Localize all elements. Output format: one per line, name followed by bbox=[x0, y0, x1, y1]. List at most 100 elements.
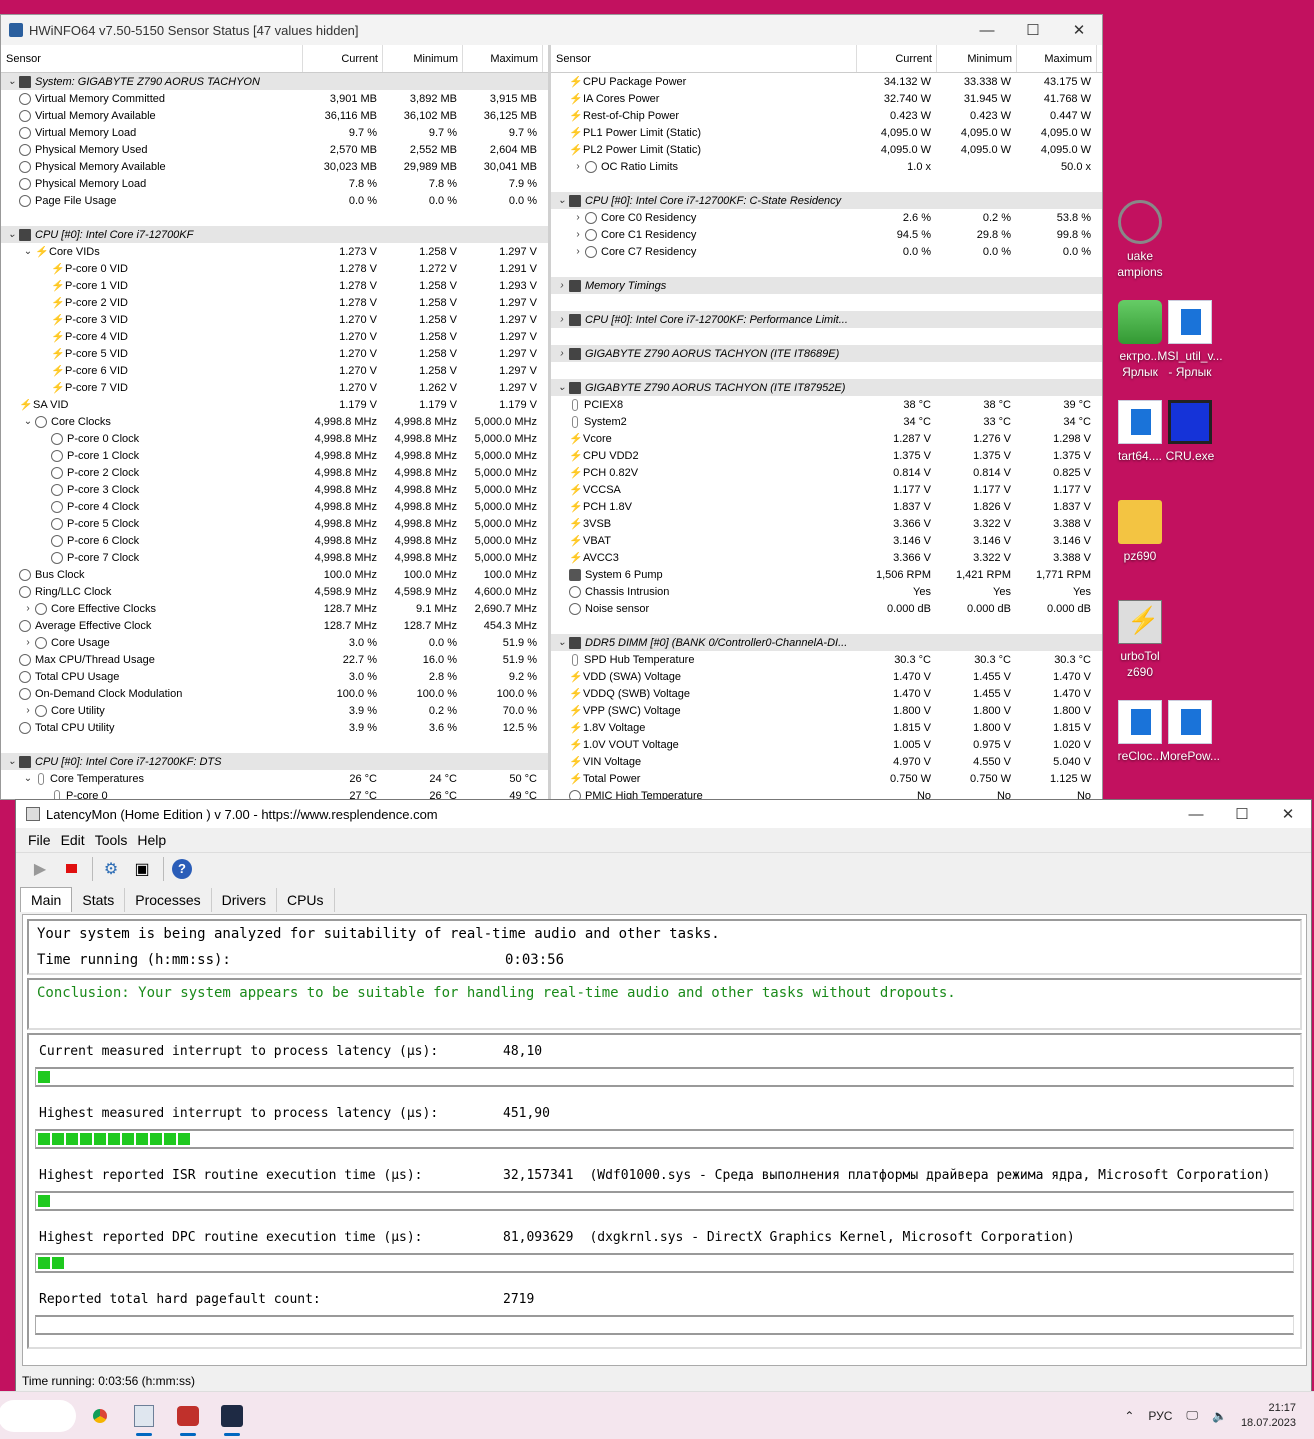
sensor-row[interactable]: Total CPU Utility 3.9 % 3.6 % 12.5 % bbox=[1, 719, 548, 736]
volume-icon[interactable]: 🔈 bbox=[1212, 1409, 1227, 1423]
chevron-down-icon[interactable]: ⌄ bbox=[5, 76, 19, 87]
sensor-row[interactable]: ⚡ VDD (SWA) Voltage 1.470 V 1.455 V 1.470 V bbox=[551, 668, 1102, 685]
chevron-right-icon[interactable]: › bbox=[21, 637, 35, 648]
sensor-row[interactable]: ⚡ 1.0V VOUT Voltage 1.005 V 0.975 V 1.020 V bbox=[551, 736, 1102, 753]
sensor-row[interactable]: ⚡ IA Cores Power 32.740 W 31.945 W 41.768 W bbox=[551, 90, 1102, 107]
chevron-right-icon[interactable]: › bbox=[571, 212, 585, 223]
sensor-row[interactable]: ⌄ Core Temperatures 26 °C 24 °C 50 °C bbox=[1, 770, 548, 787]
sensor-row[interactable]: Virtual Memory Load 9.7 % 9.7 % 9.7 % bbox=[1, 124, 548, 141]
chevron-right-icon[interactable]: › bbox=[571, 161, 585, 172]
network-icon[interactable]: 🖵 bbox=[1186, 1408, 1198, 1423]
sensor-row[interactable]: ⚡ VBAT 3.146 V 3.146 V 3.146 V bbox=[551, 532, 1102, 549]
col-maximum[interactable]: Maximum bbox=[1017, 45, 1097, 72]
chevron-right-icon[interactable]: › bbox=[21, 603, 35, 614]
menu-edit[interactable]: Edit bbox=[61, 832, 85, 848]
sensor-row[interactable]: Virtual Memory Available 36,116 MB 36,102 … bbox=[1, 107, 548, 124]
chevron-up-icon[interactable]: ⌃ bbox=[1124, 1409, 1134, 1423]
sensor-row[interactable]: Total CPU Usage 3.0 % 2.8 % 9.2 % bbox=[1, 668, 548, 685]
sensor-row[interactable]: PCIEX8 38 °C 38 °C 39 °C bbox=[551, 396, 1102, 413]
sensor-row[interactable]: System2 34 °C 33 °C 34 °C bbox=[551, 413, 1102, 430]
sensor-row[interactable]: P-core 7 Clock 4,998.8 MHz 4,998.8 MHz 5,00… bbox=[1, 549, 548, 566]
sensor-row[interactable]: On-Demand Clock Modulation 100.0 % 100.0 %… bbox=[1, 685, 548, 702]
chevron-down-icon[interactable]: ⌄ bbox=[5, 229, 19, 240]
sensor-row[interactable]: › Core C1 Residency 94.5 % 29.8 % 99.8 % bbox=[551, 226, 1102, 243]
col-sensor[interactable]: Sensor bbox=[1, 45, 303, 72]
sensor-row[interactable]: ⚡ VPP (SWC) Voltage 1.800 V 1.800 V 1.800 V bbox=[551, 702, 1102, 719]
sensor-row[interactable]: ⚡ VIN Voltage 4.970 V 4.550 V 5.040 V bbox=[551, 753, 1102, 770]
desktop-shortcut[interactable]: urboTol z690 bbox=[1100, 600, 1180, 680]
sensor-row[interactable]: ⚡ P-core 5 VID 1.270 V 1.258 V 1.297 V bbox=[1, 345, 548, 362]
sensor-row[interactable]: ⚡ PL1 Power Limit (Static) 4,095.0 W 4,095.… bbox=[551, 124, 1102, 141]
desktop-shortcut[interactable]: uake ampions bbox=[1100, 200, 1180, 280]
probe-icon[interactable]: ⚙ bbox=[97, 856, 125, 882]
sensor-row[interactable]: ⚡ P-core 6 VID 1.270 V 1.258 V 1.297 V bbox=[1, 362, 548, 379]
menu-file[interactable]: File bbox=[28, 832, 51, 848]
tab-drivers[interactable]: Drivers bbox=[212, 888, 277, 912]
chevron-right-icon[interactable]: › bbox=[555, 348, 569, 359]
sensor-group-header[interactable]: ⌄ GIGABYTE Z790 AORUS TACHYON (ITE IT8795… bbox=[551, 379, 1102, 396]
sensor-row[interactable]: ⚡ VDDQ (SWB) Voltage 1.470 V 1.455 V 1.470 V bbox=[551, 685, 1102, 702]
desktop-shortcut[interactable]: pz690 bbox=[1100, 500, 1180, 564]
sensor-row[interactable]: Physical Memory Available 30,023 MB 29,989… bbox=[1, 158, 548, 175]
sensor-row[interactable]: ⚡ 1.8V Voltage 1.815 V 1.800 V 1.815 V bbox=[551, 719, 1102, 736]
sensor-row[interactable]: P-core 1 Clock 4,998.8 MHz 4,998.8 MHz 5,00… bbox=[1, 447, 548, 464]
menu-help[interactable]: Help bbox=[137, 832, 166, 848]
sensor-row[interactable]: ⚡ P-core 0 VID 1.278 V 1.272 V 1.291 V bbox=[1, 260, 548, 277]
chevron-right-icon[interactable]: › bbox=[555, 280, 569, 291]
sensor-group-header[interactable]: ⌄ CPU [#0]: Intel Core i7-12700KF: C-Stat… bbox=[551, 192, 1102, 209]
sensor-row[interactable]: Physical Memory Load 7.8 % 7.8 % 7.9 % bbox=[1, 175, 548, 192]
minimize-button[interactable]: — bbox=[964, 22, 1010, 39]
tab-stats[interactable]: Stats bbox=[72, 888, 126, 912]
sensor-row[interactable]: › Core Usage 3.0 % 0.0 % 51.9 % bbox=[1, 634, 548, 651]
hwinfo-titlebar[interactable]: HWiNFO64 v7.50-5150 Sensor Status [47 va… bbox=[1, 15, 1102, 45]
chevron-down-icon[interactable]: ⌄ bbox=[21, 773, 35, 784]
sensor-row[interactable]: › Core C0 Residency 2.6 % 0.2 % 53.8 % bbox=[551, 209, 1102, 226]
sensor-group-header[interactable]: ⌄ DDR5 DIMM [#0] (BANK 0/Controller0-Chan… bbox=[551, 634, 1102, 651]
sensor-row[interactable]: ⚡ 3VSB 3.366 V 3.322 V 3.388 V bbox=[551, 515, 1102, 532]
sensor-row[interactable]: ⚡ P-core 3 VID 1.270 V 1.258 V 1.297 V bbox=[1, 311, 548, 328]
sensor-row[interactable]: ⚡ AVCC3 3.366 V 3.322 V 3.388 V bbox=[551, 549, 1102, 566]
hwinfo-icon[interactable] bbox=[168, 1396, 208, 1436]
sensor-row[interactable]: P-core 0 Clock 4,998.8 MHz 4,998.8 MHz 5,00… bbox=[1, 430, 548, 447]
sensor-row[interactable]: P-core 2 Clock 4,998.8 MHz 4,998.8 MHz 5,00… bbox=[1, 464, 548, 481]
sensor-row[interactable]: System 6 Pump 1,506 RPM 1,421 RPM 1,771 RPM bbox=[551, 566, 1102, 583]
sensor-row[interactable]: Chassis Intrusion Yes Yes Yes bbox=[551, 583, 1102, 600]
maximize-button[interactable]: ☐ bbox=[1219, 805, 1265, 823]
latencymon-icon[interactable] bbox=[124, 1396, 164, 1436]
desktop-shortcut[interactable]: MSI_util_v... - Ярлык bbox=[1150, 300, 1230, 380]
chevron-down-icon[interactable]: ⌄ bbox=[21, 416, 35, 427]
tab-processes[interactable]: Processes bbox=[125, 888, 212, 912]
sensor-row[interactable]: ⌄ Core Clocks 4,998.8 MHz 4,998.8 MHz 5,000.… bbox=[1, 413, 548, 430]
sensor-row[interactable]: ⚡ SA VID 1.179 V 1.179 V 1.179 V bbox=[1, 396, 548, 413]
sensor-row[interactable]: › Core Utility 3.9 % 0.2 % 70.0 % bbox=[1, 702, 548, 719]
col-sensor[interactable]: Sensor bbox=[551, 45, 857, 72]
stop-icon[interactable] bbox=[57, 856, 85, 882]
language-indicator[interactable]: РУС bbox=[1148, 1409, 1172, 1423]
sensor-row[interactable]: ⚡ P-core 2 VID 1.278 V 1.258 V 1.297 V bbox=[1, 294, 548, 311]
chevron-right-icon[interactable]: › bbox=[571, 229, 585, 240]
col-minimum[interactable]: Minimum bbox=[937, 45, 1017, 72]
sensor-row[interactable]: Average Effective Clock 128.7 MHz 128.7 MH… bbox=[1, 617, 548, 634]
maximize-button[interactable]: ☐ bbox=[1010, 21, 1056, 39]
sensor-row[interactable]: Virtual Memory Committed 3,901 MB 3,892 MB… bbox=[1, 90, 548, 107]
col-maximum[interactable]: Maximum bbox=[463, 45, 543, 72]
sensor-row[interactable]: P-core 6 Clock 4,998.8 MHz 4,998.8 MHz 5,00… bbox=[1, 532, 548, 549]
sensor-row[interactable]: P-core 5 Clock 4,998.8 MHz 4,998.8 MHz 5,00… bbox=[1, 515, 548, 532]
sensor-row[interactable]: P-core 0 27 °C 26 °C 49 °C bbox=[1, 787, 548, 799]
chevron-right-icon[interactable]: › bbox=[555, 314, 569, 325]
minimize-button[interactable]: — bbox=[1173, 806, 1219, 823]
sensor-group-header[interactable]: › GIGABYTE Z790 AORUS TACHYON (ITE IT8689… bbox=[551, 345, 1102, 362]
col-current[interactable]: Current bbox=[857, 45, 937, 72]
sensor-group-header[interactable]: ⌄ CPU [#0]: Intel Core i7-12700KF bbox=[1, 226, 548, 243]
sensor-row[interactable]: P-core 3 Clock 4,998.8 MHz 4,998.8 MHz 5,00… bbox=[1, 481, 548, 498]
sensor-row[interactable]: ⚡ VCCSA 1.177 V 1.177 V 1.177 V bbox=[551, 481, 1102, 498]
menu-tools[interactable]: Tools bbox=[95, 832, 128, 848]
tab-cpus[interactable]: CPUs bbox=[277, 888, 335, 912]
col-current[interactable]: Current bbox=[303, 45, 383, 72]
sensor-group-header[interactable]: › Memory Timings bbox=[551, 277, 1102, 294]
sensor-row[interactable]: Max CPU/Thread Usage 22.7 % 16.0 % 51.9 % bbox=[1, 651, 548, 668]
sensor-group-header[interactable]: ⌄ CPU [#0]: Intel Core i7-12700KF: DTS bbox=[1, 753, 548, 770]
tab-main[interactable]: Main bbox=[20, 887, 73, 912]
sensor-row[interactable]: › Core C7 Residency 0.0 % 0.0 % 0.0 % bbox=[551, 243, 1102, 260]
sensor-row[interactable]: › Core Effective Clocks 128.7 MHz 9.1 MHz 2,… bbox=[1, 600, 548, 617]
